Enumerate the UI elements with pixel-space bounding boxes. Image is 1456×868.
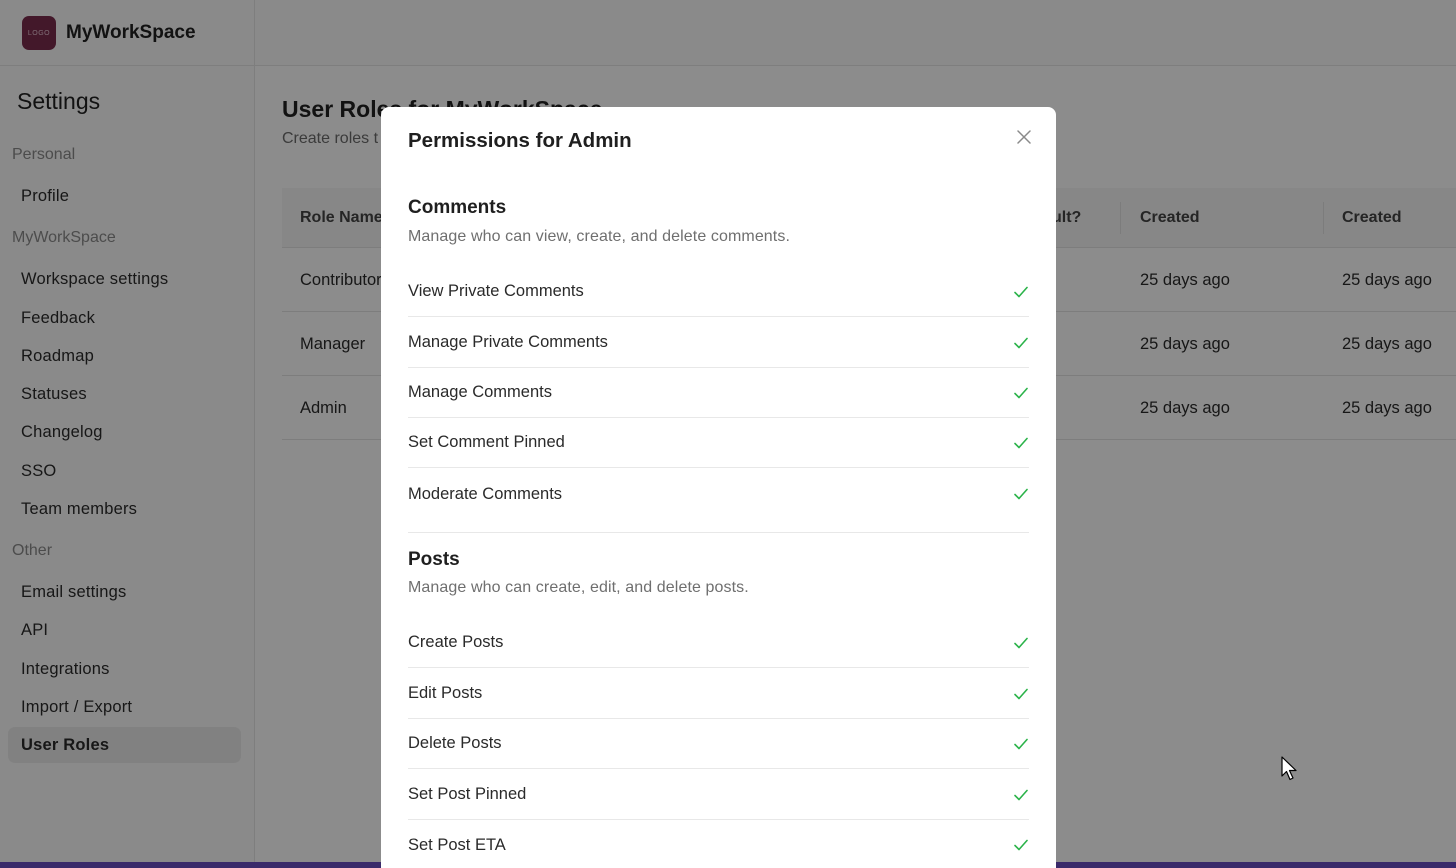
permission-row[interactable]: Manage Comments (408, 368, 1029, 418)
close-button[interactable] (1014, 127, 1034, 147)
check-icon (1013, 335, 1029, 351)
permission-row[interactable]: Set Comment Pinned (408, 418, 1029, 468)
permission-label: Manage Private Comments (408, 333, 608, 351)
permission-row[interactable]: Set Post Pinned (408, 770, 1029, 820)
check-icon (1013, 435, 1029, 451)
section-description-comments: Manage who can view, create, and delete … (408, 228, 791, 245)
permission-row[interactable]: Delete Posts (408, 719, 1029, 769)
permission-label: Manage Comments (408, 383, 552, 401)
permission-label: Moderate Comments (408, 484, 563, 503)
section-title-comments: Comments (408, 197, 507, 218)
permission-label: View Private Comments (408, 282, 584, 300)
mouse-cursor-icon (1281, 756, 1299, 782)
permissions-modal: Permissions for Admin Comments Manage wh… (381, 107, 1056, 868)
section-title-posts: Posts (408, 549, 460, 570)
section-divider (408, 532, 1029, 533)
permission-label: Set Comment Pinned (408, 433, 565, 451)
check-icon (1013, 686, 1029, 702)
check-icon (1013, 635, 1029, 651)
section-description-posts: Manage who can create, edit, and delete … (408, 579, 749, 596)
permission-label: Edit Posts (408, 684, 483, 702)
modal-title: Permissions for Admin (408, 129, 632, 152)
permission-label: Set Post Pinned (408, 785, 527, 803)
permission-row[interactable]: Moderate Comments (408, 469, 1029, 519)
permission-row[interactable]: View Private Comments (408, 267, 1029, 317)
permission-label: Delete Posts (408, 734, 502, 752)
permission-label: Set Post ETA (408, 835, 506, 854)
check-icon (1013, 837, 1029, 853)
check-icon (1013, 385, 1029, 401)
check-icon (1013, 787, 1029, 803)
check-icon (1013, 486, 1029, 502)
permission-row[interactable]: Manage Private Comments (408, 318, 1029, 368)
check-icon (1013, 284, 1029, 300)
close-icon (1017, 130, 1031, 144)
permission-row[interactable]: Edit Posts (408, 669, 1029, 719)
check-icon (1013, 736, 1029, 752)
permission-row[interactable]: Set Post ETA (408, 820, 1029, 868)
permission-row[interactable]: Create Posts (408, 618, 1029, 668)
permission-label: Create Posts (408, 633, 504, 651)
